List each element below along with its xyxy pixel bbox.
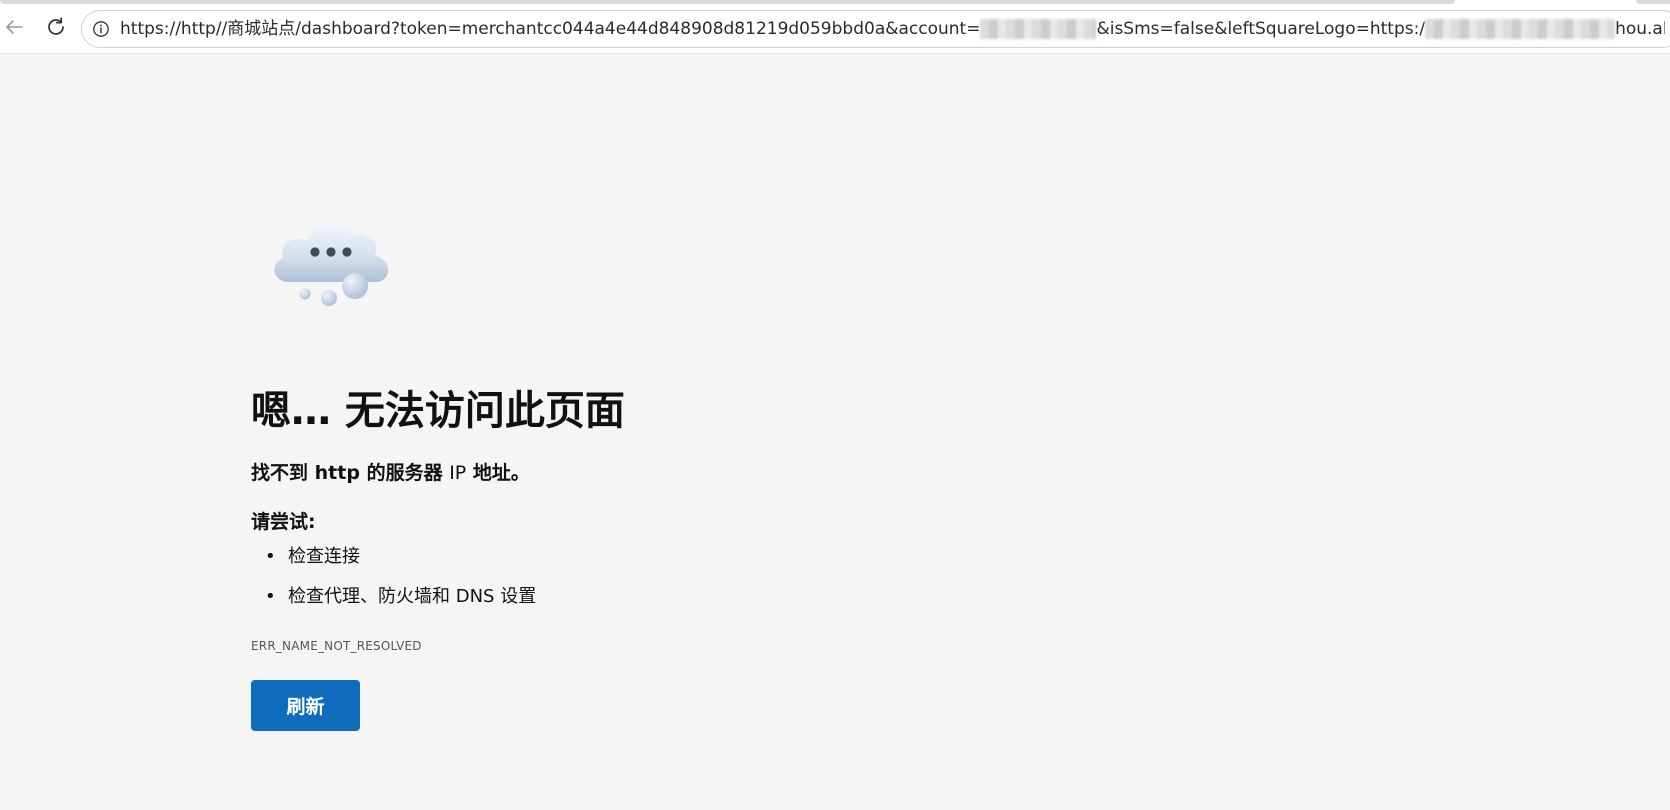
redacted-logo-host [1425, 19, 1616, 39]
address-bar[interactable]: https://http//商城站点/dashboard?token=merch… [81, 10, 1670, 48]
redacted-account [980, 19, 1097, 39]
subtext-middle: 的服务器 [366, 462, 443, 484]
cloud-icon [274, 222, 389, 306]
subtext-prefix: 找不到 [251, 462, 309, 484]
error-description: 找不到 http 的服务器 IP 地址。 [251, 458, 530, 485]
try-label: 请尝试: [251, 511, 316, 533]
suggestion-item: • 检查连接 [251, 544, 536, 584]
reload-button[interactable] [42, 13, 70, 41]
tab-strip-edge [0, 0, 1670, 4]
subtext-ip: IP [449, 462, 467, 484]
browser-toolbar: https://http//商城站点/dashboard?token=merch… [0, 0, 1670, 54]
suggestion-text: 检查连接 [288, 546, 360, 567]
bullet: • [265, 586, 276, 607]
refresh-button[interactable]: 刷新 [251, 680, 360, 731]
suggestion-item: • 检查代理、防火墙和 DNS 设置 [251, 584, 536, 624]
suggestion-list: • 检查连接 • 检查代理、防火墙和 DNS 设置 [251, 544, 536, 624]
url-text[interactable]: https://http//商城站点/dashboard?token=merch… [120, 11, 1665, 47]
inactive-tab-edge[interactable] [1636, 0, 1670, 4]
arrow-left-icon [6, 20, 23, 34]
suggestion-text: 检查代理、防火墙和 DNS 设置 [288, 586, 537, 607]
url-end: hou.aliyuncs.com/cr... [1615, 19, 1665, 39]
info-icon[interactable] [92, 20, 110, 38]
bullet: • [265, 546, 276, 567]
url-start: https://http//商城站点/dashboard?token=merch… [120, 19, 981, 39]
subtext-host: http [314, 462, 360, 484]
reload-icon [48, 17, 64, 35]
active-tab-edge[interactable] [0, 0, 1455, 4]
url-middle: &isSms=false&leftSquareLogo=https:/ [1096, 19, 1426, 39]
subtext-suffix: 地址。 [472, 462, 530, 484]
back-button[interactable] [0, 13, 28, 41]
error-code: ERR_NAME_NOT_RESOLVED [251, 639, 422, 653]
error-heading: 嗯… 无法访问此页面 [251, 388, 625, 434]
